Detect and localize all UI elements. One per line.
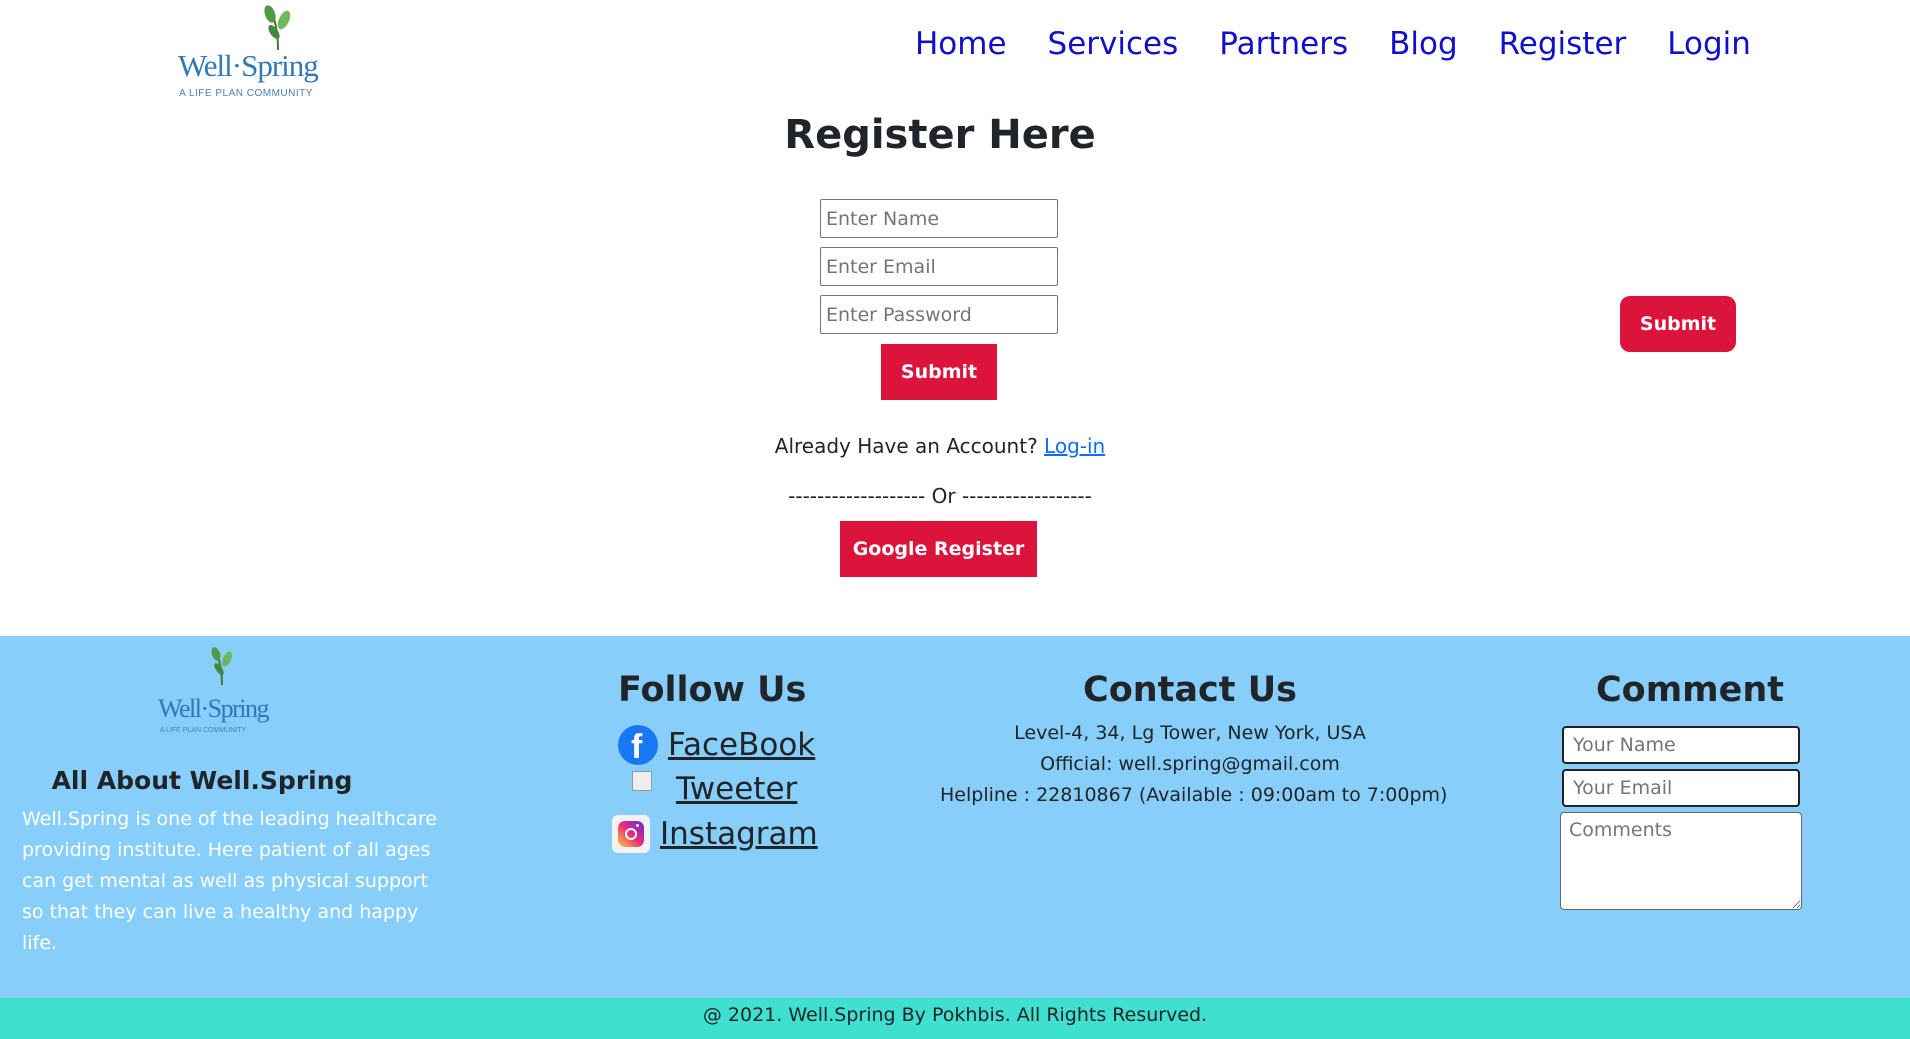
comment-section: Comment	[1550, 670, 1810, 910]
google-register-button[interactable]: Google Register	[840, 521, 1037, 577]
or-divider: ------------------- Or -----------------…	[788, 484, 1092, 508]
wellspring-logo[interactable]: Well·Spring A LIFE PLAN COMMUNITY	[178, 4, 319, 99]
contact-us-title: Contact Us	[1083, 670, 1297, 710]
logo-tagline: A LIFE PLAN COMMUNITY	[179, 88, 313, 99]
facebook-link[interactable]: f FaceBook	[618, 725, 816, 766]
main-nav: Home Services Partners Blog Register Log…	[915, 26, 1751, 62]
facebook-label: FaceBook	[668, 727, 816, 763]
about-title: All About Well.Spring	[51, 766, 353, 795]
register-title: Register Here	[784, 112, 1096, 158]
footer-logo-brand: Well·Spring	[158, 694, 269, 723]
comment-submit-button[interactable]: Submit	[1620, 296, 1736, 352]
contact-us-section: Contact Us Level-4, 34, Lg Tower, New Yo…	[940, 670, 1448, 811]
contact-email: Official: well.spring@gmail.com	[1040, 753, 1340, 775]
comment-email-input[interactable]	[1562, 769, 1800, 807]
facebook-icon: f	[618, 725, 658, 766]
tweeter-label: Tweeter	[676, 771, 798, 807]
register-submit-button[interactable]: Submit	[881, 344, 997, 400]
logo-brand: Well·Spring	[178, 48, 319, 83]
leaf-icon	[264, 5, 291, 51]
nav-blog[interactable]: Blog	[1389, 26, 1458, 62]
password-input[interactable]	[820, 295, 1058, 334]
contact-address: Level-4, 34, Lg Tower, New York, USA	[1014, 722, 1366, 744]
copyright-bar: @ 2021. Well.Spring By Pokhbis. All Righ…	[0, 998, 1910, 1039]
tweeter-link[interactable]: Tweeter	[632, 771, 797, 807]
header: Well·Spring A LIFE PLAN COMMUNITY Home S…	[0, 0, 1910, 100]
nav-partners[interactable]: Partners	[1219, 26, 1348, 62]
nav-home[interactable]: Home	[915, 26, 1007, 62]
broken-image-icon	[632, 771, 652, 791]
comment-textarea[interactable]	[1560, 812, 1802, 910]
follow-us-title: Follow Us	[618, 670, 807, 710]
instagram-link[interactable]: Instagram	[612, 815, 818, 853]
footer-logo: Well·Spring A LIFE PLAN COMMUNITY	[158, 646, 269, 742]
already-account-label: Already Have an Account?	[774, 434, 1038, 458]
comment-title: Comment	[1595, 670, 1785, 710]
nav-services[interactable]: Services	[1048, 26, 1179, 62]
footer-logo-tagline: A LIFE PLAN COMMUNITY	[159, 727, 247, 734]
comment-name-input[interactable]	[1562, 726, 1800, 764]
name-input[interactable]	[820, 199, 1058, 238]
footer: Well·Spring A LIFE PLAN COMMUNITY All Ab…	[0, 636, 1910, 998]
leaf-icon	[211, 647, 232, 686]
instagram-icon	[612, 815, 650, 853]
contact-helpline: Helpline : 22810867 (Available : 09:00am…	[940, 784, 1448, 806]
about-text: Well.Spring is one of the leading health…	[22, 808, 437, 954]
login-link[interactable]: Log-in	[1044, 434, 1105, 458]
already-account-text: Already Have an Account? Log-in	[0, 434, 1880, 458]
nav-register[interactable]: Register	[1499, 26, 1627, 62]
email-input[interactable]	[820, 247, 1058, 286]
nav-login[interactable]: Login	[1667, 26, 1751, 62]
register-form	[820, 199, 1060, 343]
instagram-label: Instagram	[660, 816, 818, 852]
